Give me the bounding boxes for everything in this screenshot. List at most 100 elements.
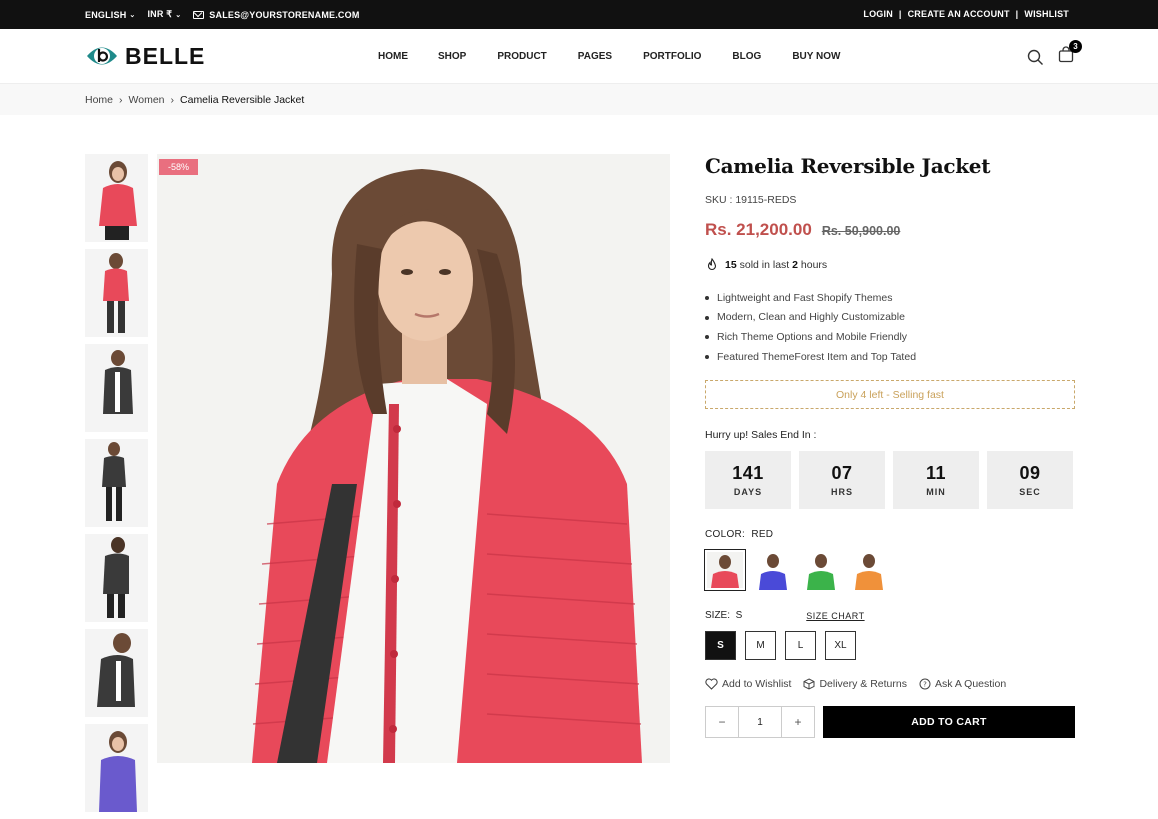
size-option-l[interactable]: L	[785, 631, 816, 661]
countdown-seconds: 09 SEC	[987, 451, 1073, 510]
countdown-value: 09	[1019, 463, 1041, 484]
countdown-timer: 141 DAYS 07 HRS 11 MIN 09 SEC	[705, 451, 1075, 510]
separator: |	[1015, 9, 1019, 19]
thumbnail-list	[85, 154, 148, 819]
swatch-image	[801, 550, 841, 591]
thumbnail[interactable]	[85, 154, 148, 242]
chevron-down-icon: ⌄	[129, 11, 136, 19]
thumbnail[interactable]	[85, 724, 148, 812]
currency-selector[interactable]: INR ₹ ⌄	[147, 9, 181, 20]
add-to-wishlist-link[interactable]: Add to Wishlist	[705, 678, 791, 690]
email-text: SALES@YOURSTORENAME.COM	[209, 9, 360, 20]
swatch-blue[interactable]	[753, 550, 793, 591]
quantity-increase-button[interactable]: +	[782, 707, 814, 737]
separator: |	[898, 9, 902, 19]
feature-item: Rich Theme Options and Mobile Friendly	[705, 327, 1075, 347]
thumbnail-image	[102, 442, 126, 521]
mail-icon	[193, 10, 205, 19]
main-product-image[interactable]	[157, 154, 670, 763]
header-icons: 3	[1027, 40, 1082, 68]
countdown-value: 07	[831, 463, 853, 484]
size-option-xl[interactable]: XL	[825, 631, 856, 661]
thumbnail-image	[99, 161, 137, 240]
size-chart-link[interactable]: SIZE CHART	[806, 611, 864, 621]
top-bar-left: ENGLISH ⌄ INR ₹ ⌄ SALES@YOURSTORENAME.CO…	[85, 9, 360, 20]
stock-notice: Only 4 left - Selling fast	[705, 380, 1075, 410]
countdown-label: HRS	[830, 487, 853, 498]
countdown-label: SEC	[1019, 487, 1041, 498]
cart-button[interactable]: 3	[1058, 40, 1082, 68]
create-account-link[interactable]: CREATE AN ACCOUNT	[908, 9, 1010, 19]
color-value: RED	[751, 529, 774, 541]
logo-text: BELLE	[125, 42, 206, 69]
countdown-label: DAYS	[733, 487, 763, 498]
breadcrumb-women[interactable]: Women	[129, 94, 165, 106]
language-label: ENGLISH	[85, 9, 127, 20]
swatch-image	[707, 552, 743, 589]
thumbnail-image	[103, 253, 129, 333]
wishlist-link[interactable]: WISHLIST	[1024, 9, 1069, 19]
thumbnail-image	[97, 633, 135, 707]
sold-counter: 15 sold in last 2 hours	[705, 258, 1075, 272]
email-link[interactable]: SALES@YOURSTORENAME.COM	[193, 10, 359, 20]
thumbnail[interactable]	[85, 629, 148, 717]
quantity-decrease-button[interactable]: −	[706, 707, 738, 737]
price-block: Rs. 21,200.00 Rs. 50,900.00	[705, 220, 1075, 240]
heart-icon	[705, 678, 718, 691]
size-option-s[interactable]: S	[705, 631, 736, 661]
sale-price: Rs. 21,200.00	[705, 220, 812, 239]
feature-list: Lightweight and Fast Shopify Themes Mode…	[705, 288, 1075, 366]
nav-item-product[interactable]: PRODUCT	[497, 51, 546, 62]
swatch-green[interactable]	[801, 550, 841, 591]
countdown-hours: 07 HRS	[799, 451, 885, 510]
top-bar-right: LOGIN | CREATE AN ACCOUNT | WISHLIST	[863, 9, 1069, 19]
nav-item-buy-now[interactable]: BUY NOW	[792, 51, 840, 62]
search-icon[interactable]	[1027, 49, 1044, 66]
product-actions: Add to Wishlist Delivery & Returns ? Ask…	[705, 678, 1075, 690]
nav-item-home[interactable]: HOME	[378, 51, 408, 62]
quantity-input[interactable]: 1	[738, 707, 782, 738]
swatch-red[interactable]	[704, 549, 746, 592]
thumbnail[interactable]	[85, 344, 148, 432]
logo-mark-icon	[87, 47, 117, 65]
breadcrumb-separator: ›	[119, 94, 123, 106]
product-photo	[157, 154, 670, 763]
nav-item-portfolio[interactable]: PORTFOLIO	[643, 51, 701, 62]
thumbnail[interactable]	[85, 439, 148, 527]
countdown-value: 141	[732, 463, 764, 484]
add-to-cart-button[interactable]: ADD TO CART	[823, 706, 1075, 739]
thumbnail[interactable]	[85, 534, 148, 622]
size-label: SIZE:	[705, 610, 731, 622]
size-option-m[interactable]: M	[745, 631, 776, 661]
cart-count-badge: 3	[1069, 40, 1082, 53]
color-option-label: COLOR: RED	[705, 529, 1075, 540]
nav-item-blog[interactable]: BLOG	[732, 51, 761, 62]
svg-text:?: ?	[923, 681, 927, 689]
delivery-returns-link[interactable]: Delivery & Returns	[803, 678, 907, 690]
language-selector[interactable]: ENGLISH ⌄	[85, 10, 135, 20]
question-label: Ask A Question	[934, 678, 1007, 691]
fire-icon	[707, 258, 717, 271]
chevron-down-icon: ⌄	[175, 11, 182, 19]
site-header: BELLE HOME SHOP PRODUCT PAGES PORTFOLIO …	[0, 29, 1158, 84]
wishlist-label: Add to Wishlist	[722, 678, 792, 691]
breadcrumb-separator: ›	[170, 94, 175, 106]
nav-item-shop[interactable]: SHOP	[438, 51, 466, 62]
swatch-image	[849, 550, 889, 591]
thumbnail-image	[103, 350, 133, 414]
product-title: Camelia Reversible Jacket	[705, 154, 991, 178]
breadcrumb: Home › Women › Camelia Reversible Jacket	[0, 84, 1158, 115]
logo[interactable]: BELLE	[85, 41, 205, 71]
size-value: S	[735, 610, 743, 622]
breadcrumb-home[interactable]: Home	[85, 94, 113, 106]
color-label: COLOR:	[705, 529, 746, 541]
discount-badge: -58%	[159, 159, 198, 175]
thumbnail[interactable]	[85, 249, 148, 337]
login-link[interactable]: LOGIN	[863, 9, 893, 19]
swatch-orange[interactable]	[849, 550, 889, 591]
sold-count: 15	[725, 259, 737, 271]
question-icon: ?	[919, 678, 931, 690]
sale-countdown-label: Hurry up! Sales End In :	[705, 429, 817, 442]
ask-question-link[interactable]: ? Ask A Question	[919, 678, 1006, 690]
nav-item-pages[interactable]: PAGES	[578, 51, 612, 62]
